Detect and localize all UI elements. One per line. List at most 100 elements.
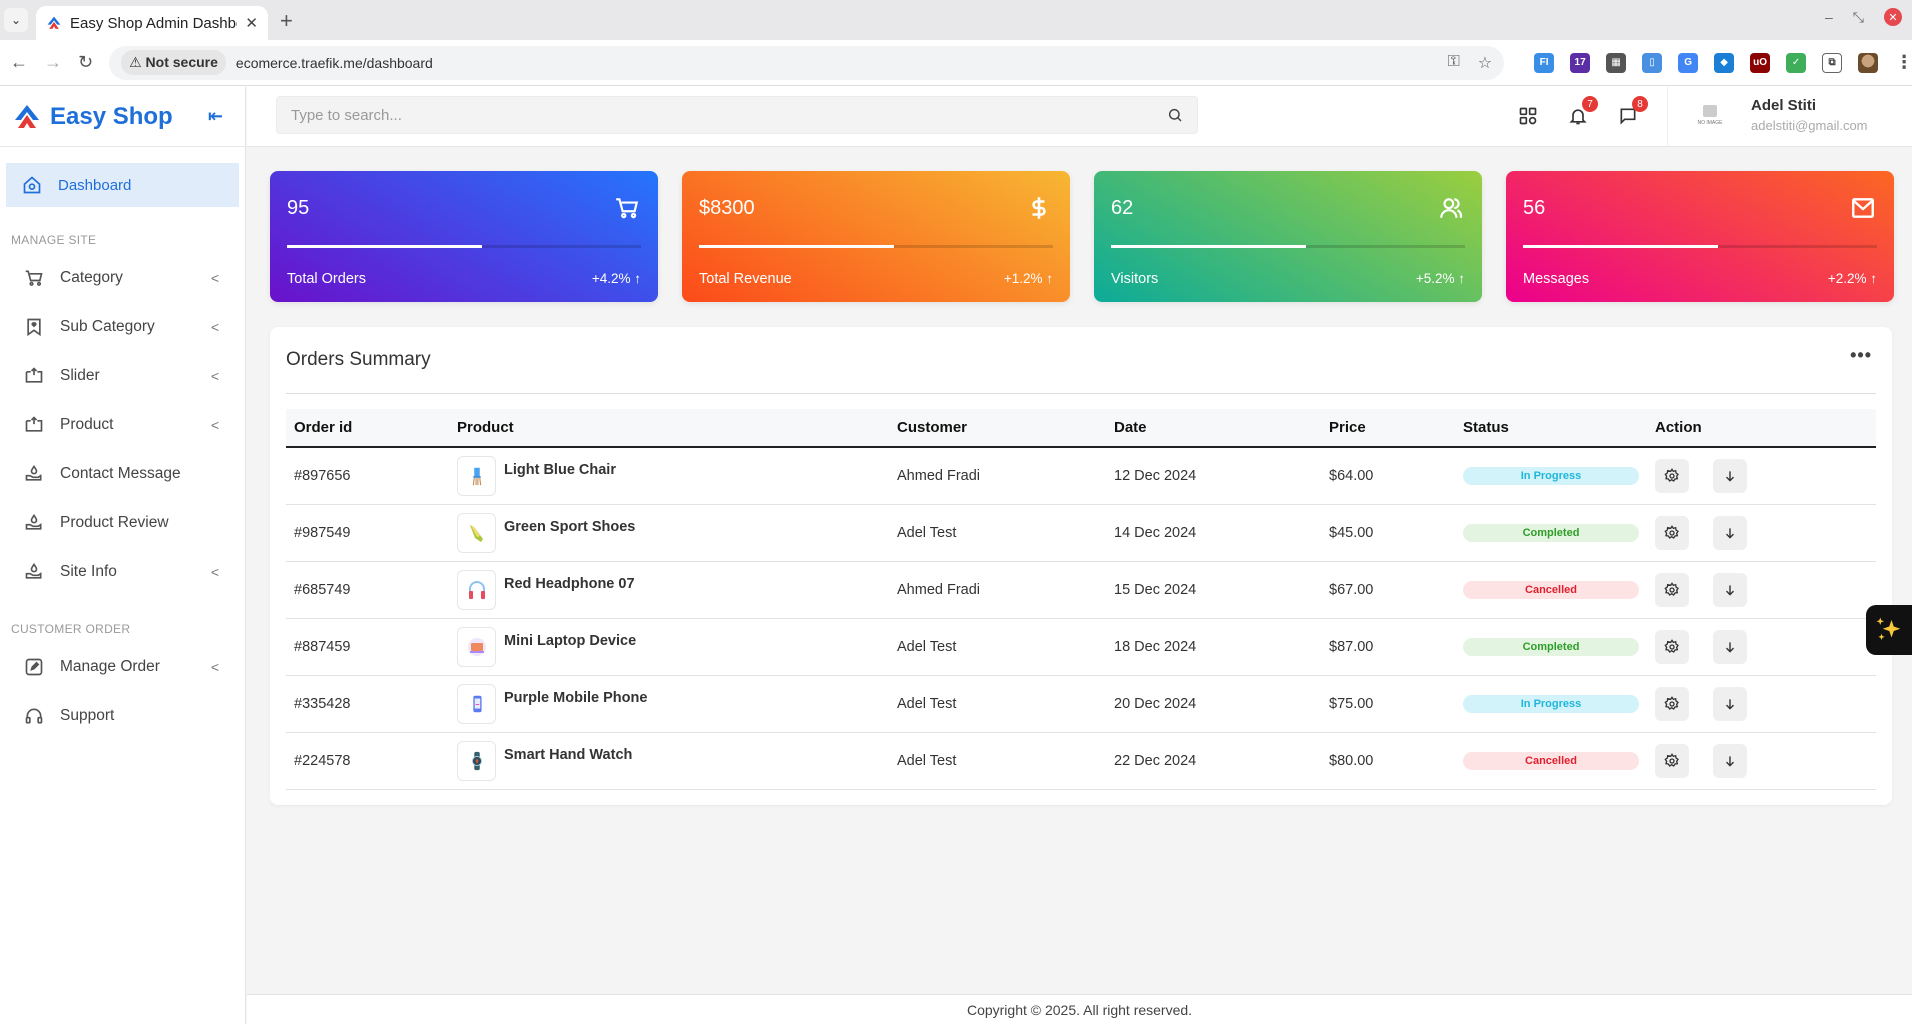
url-text[interactable]: ecomerce.traefik.me/dashboard	[236, 55, 1438, 71]
column-header-date[interactable]: Date	[1106, 409, 1321, 447]
column-header-customer[interactable]: Customer	[889, 409, 1106, 447]
translate-icon[interactable]: G	[1678, 52, 1699, 73]
product-name[interactable]: Purple Mobile Phone	[504, 690, 647, 706]
product-thumbnail[interactable]	[457, 512, 496, 553]
product-name[interactable]: Green Sport Shoes	[504, 519, 635, 535]
ai-assistant-button[interactable]	[1866, 605, 1912, 655]
mail-icon	[1852, 198, 1874, 218]
more-options-icon[interactable]: •••	[1850, 345, 1872, 366]
product-name[interactable]: Smart Hand Watch	[504, 747, 632, 763]
download-button[interactable]	[1713, 629, 1748, 664]
table-row[interactable]: #685749 Red Headphone 07 Ahmed Fradi 15 …	[286, 561, 1876, 619]
sidebar-item-support[interactable]: Support	[0, 691, 245, 740]
minimize-button[interactable]: –	[1825, 9, 1833, 25]
sidebar-item-product[interactable]: Product <	[0, 400, 245, 449]
device-icon[interactable]: ▯	[1642, 52, 1663, 73]
table-row[interactable]: #887459 Mini Laptop Device Adel Test 18 …	[286, 618, 1876, 676]
security-indicator[interactable]: ⚠ Not secure	[121, 50, 226, 75]
product-name[interactable]: Light Blue Chair	[504, 462, 616, 478]
sidebar-item-contact-message[interactable]: Contact Message	[0, 449, 245, 498]
new-tab-button[interactable]: +	[280, 8, 293, 34]
settings-button[interactable]	[1655, 458, 1689, 493]
edit-icon	[25, 658, 43, 675]
messages-button[interactable]: 8	[1617, 96, 1648, 127]
bookmark-star-icon[interactable]: ☆	[1478, 53, 1492, 73]
chevron-left-icon: <	[210, 563, 219, 580]
notifications-button[interactable]: 7	[1567, 96, 1598, 127]
product-name[interactable]: Mini Laptop Device	[504, 633, 636, 649]
user-avatar[interactable]: NO IMAGE	[1687, 95, 1733, 135]
sidebar-item-product-review[interactable]: Product Review	[0, 498, 245, 547]
product-thumbnail[interactable]	[457, 740, 496, 781]
download-button[interactable]	[1713, 743, 1748, 778]
extension-badge-icon[interactable]: 17	[1570, 52, 1591, 73]
settings-button[interactable]	[1655, 572, 1689, 607]
column-header-product[interactable]: Product	[449, 409, 889, 447]
column-header-status[interactable]: Status	[1455, 409, 1647, 447]
table-row[interactable]: #987549 Green Sport Shoes Adel Test 14 D…	[286, 504, 1876, 562]
diamond-icon[interactable]: ◆	[1714, 52, 1735, 73]
extension-icon[interactable]: FI	[1534, 52, 1555, 73]
download-button[interactable]	[1713, 458, 1748, 493]
sidebar-item-manage-order[interactable]: Manage Order <	[0, 642, 245, 691]
ublock-icon[interactable]: uO	[1750, 52, 1771, 73]
sidebar-item-site-info[interactable]: Site Info <	[0, 547, 245, 596]
profile-avatar[interactable]	[1858, 52, 1879, 73]
sidebar-item-label: Dashboard	[58, 176, 132, 194]
settings-button[interactable]	[1655, 686, 1689, 721]
user-email: adelstiti@gmail.com	[1751, 118, 1868, 133]
sidebar-item-category[interactable]: Category <	[0, 253, 245, 302]
settings-button[interactable]	[1655, 515, 1689, 550]
table-row[interactable]: #224578 Smart Hand Watch Adel Test 22 De…	[286, 732, 1876, 790]
download-button[interactable]	[1713, 686, 1748, 721]
chrome-menu-icon[interactable]: ⋮	[1894, 52, 1912, 73]
browser-tab[interactable]: Easy Shop Admin Dashboard ✕	[36, 6, 268, 40]
search-icon[interactable]	[1167, 107, 1183, 123]
tab-list-button[interactable]: ⌄	[4, 8, 28, 32]
restore-button[interactable]: ⤡	[1853, 9, 1864, 26]
key-icon[interactable]: ⚿	[1448, 53, 1460, 73]
stat-value: 95	[287, 197, 310, 219]
user-profile[interactable]: NO IMAGE Adel Stiti adelstiti@gmail.com	[1687, 95, 1868, 135]
shield-check-icon[interactable]: ✓	[1786, 52, 1807, 73]
product-cell: Smart Hand Watch	[449, 732, 889, 790]
column-header-price[interactable]: Price	[1321, 409, 1455, 447]
close-window-button[interactable]: ✕	[1884, 8, 1902, 26]
download-button[interactable]	[1713, 572, 1748, 607]
product-thumbnail[interactable]	[457, 455, 496, 496]
product-thumbnail[interactable]	[457, 626, 496, 667]
apps-grid-button[interactable]	[1517, 105, 1539, 127]
status-cell: Completed	[1455, 504, 1647, 562]
product-thumbnail[interactable]	[457, 569, 496, 610]
column-header-order-id[interactable]: Order id	[286, 409, 449, 447]
reload-button[interactable]: ↻	[78, 52, 93, 73]
extensions-puzzle-icon[interactable]: ⧉	[1822, 52, 1843, 73]
tab-close-icon[interactable]: ✕	[245, 14, 258, 32]
qr-code-icon[interactable]: ▦	[1606, 52, 1627, 73]
table-row[interactable]: #897656 Light Blue Chair Ahmed Fradi 12 …	[286, 447, 1876, 505]
settings-button[interactable]	[1655, 743, 1689, 778]
brand-name[interactable]: Easy Shop	[50, 103, 208, 131]
product-name[interactable]: Red Headphone 07	[504, 576, 635, 592]
product-thumbnail[interactable]	[457, 683, 496, 724]
sidebar-item-sub-category[interactable]: Sub Category <	[0, 302, 245, 351]
forward-button[interactable]: →	[44, 52, 62, 73]
sidebar-item-slider[interactable]: Slider <	[0, 351, 245, 400]
collapse-sidebar-icon[interactable]: ⇤	[208, 106, 233, 127]
cart-icon	[616, 198, 639, 219]
sidebar-item-label: Support	[60, 706, 115, 724]
order-id: #987549	[286, 504, 449, 562]
gear-icon	[1664, 524, 1679, 539]
logo-icon[interactable]	[12, 102, 42, 132]
sidebar-item-dashboard[interactable]: Dashboard	[6, 163, 239, 207]
stat-change: +2.2% ↑	[1827, 271, 1877, 286]
stat-value: 56	[1523, 197, 1546, 219]
back-button[interactable]: ←	[10, 52, 28, 73]
stat-progress-fill	[699, 245, 894, 248]
search-input[interactable]	[291, 106, 1167, 124]
omnibox[interactable]: ⚠ Not secure ecomerce.traefik.me/dashboa…	[109, 45, 1505, 80]
settings-button[interactable]	[1655, 629, 1689, 664]
download-button[interactable]	[1713, 515, 1748, 550]
action-cell	[1647, 675, 1876, 733]
table-row[interactable]: #335428 Purple Mobile Phone Adel Test 20…	[286, 675, 1876, 733]
